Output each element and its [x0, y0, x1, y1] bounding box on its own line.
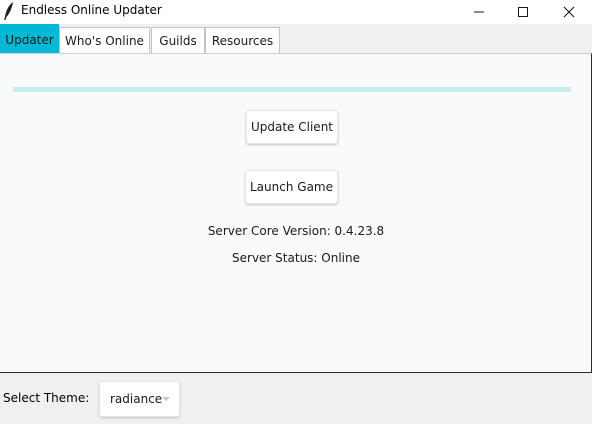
tab-whos-online[interactable]: Who's Online: [59, 27, 150, 54]
tab-guilds[interactable]: Guilds: [151, 27, 205, 54]
maximize-button[interactable]: [500, 0, 546, 24]
title-bar[interactable]: Endless Online Updater: [0, 0, 592, 24]
launch-game-button[interactable]: Launch Game: [245, 170, 338, 204]
minimize-button[interactable]: [456, 0, 502, 24]
close-icon: [563, 6, 575, 18]
window-title: Endless Online Updater: [21, 3, 162, 17]
maximize-icon: [518, 7, 528, 17]
feather-icon: [4, 2, 13, 20]
server-status-text: Server Status: Online: [232, 251, 360, 265]
theme-dropdown[interactable]: radiance: [99, 381, 180, 417]
theme-label: Select Theme:: [3, 391, 90, 405]
close-button[interactable]: [546, 0, 592, 24]
update-client-button[interactable]: Update Client: [246, 110, 338, 144]
theme-selected-value: radiance: [110, 392, 163, 406]
update-progress-bar: [13, 87, 571, 92]
minimize-icon: [474, 11, 484, 13]
tab-updater[interactable]: Updater: [0, 24, 59, 54]
tab-strip: Updater Who's Online Guilds Resources: [0, 24, 592, 54]
server-version-text: Server Core Version: 0.4.23.8: [207, 224, 385, 238]
chevron-down-icon: [162, 397, 170, 401]
updater-panel: Update Client Launch Game Server Core Ve…: [0, 53, 592, 373]
tab-resources[interactable]: Resources: [205, 27, 280, 54]
updater-window: Endless Online Updater Updater Who's Onl…: [0, 0, 592, 424]
